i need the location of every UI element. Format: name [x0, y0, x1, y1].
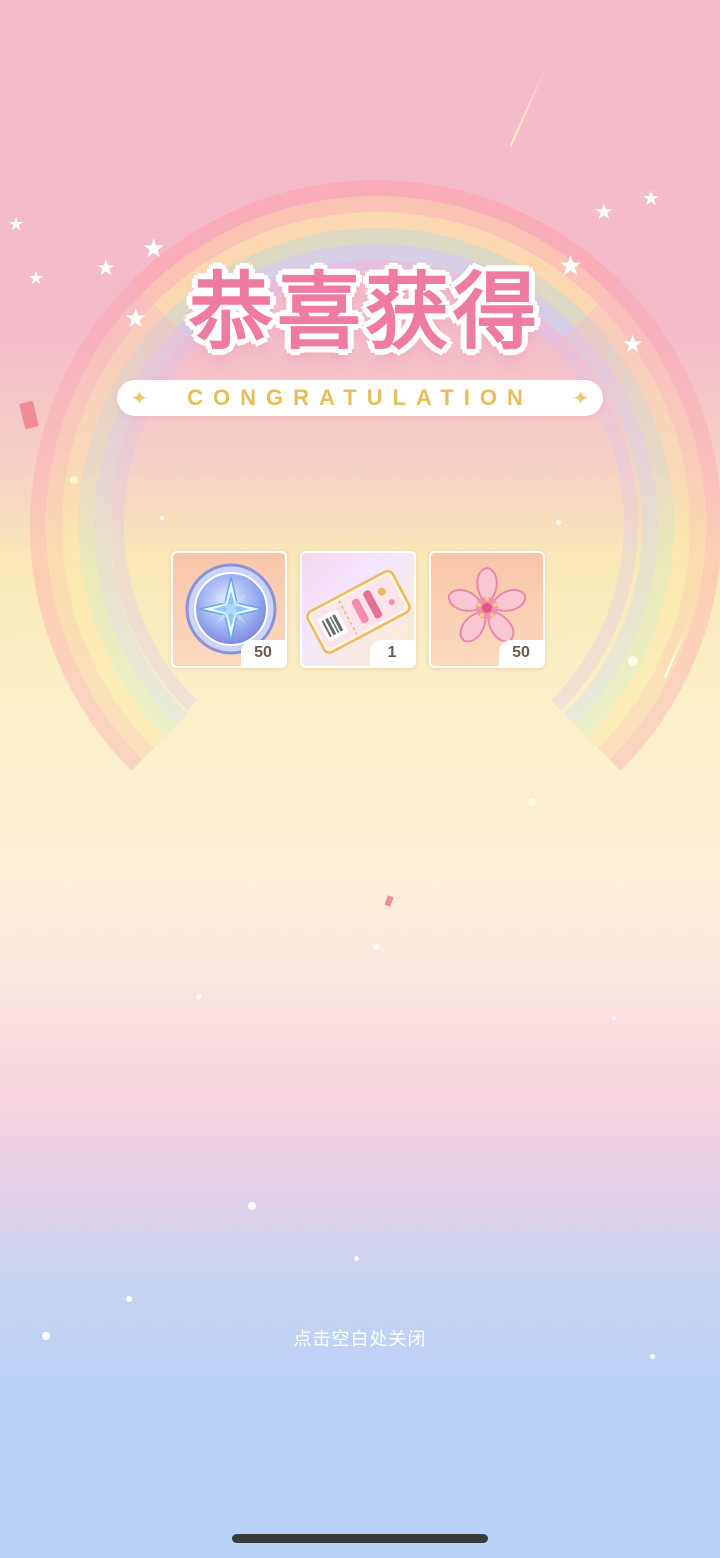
sparkle-icon: ✦ — [131, 386, 148, 410]
home-indicator[interactable] — [232, 1534, 488, 1543]
close-hint[interactable]: 点击空白处关闭 — [0, 1325, 720, 1351]
reward-count: 50 — [241, 640, 285, 666]
reward-count: 1 — [370, 640, 414, 666]
reward-list: 50 1 50 — [171, 551, 553, 670]
page-title: 恭喜获得 — [188, 262, 541, 361]
sparkle-icon: ✦ — [572, 386, 589, 410]
congratulation-banner: ✦ CONGRATULATION ✦ — [117, 380, 603, 416]
reward-card-sakura[interactable]: 50 — [429, 551, 545, 668]
reward-card-star-coin[interactable]: 50 — [171, 551, 287, 668]
title-group: 恭喜获得 — [150, 245, 580, 365]
reward-count: 50 — [499, 640, 543, 666]
reward-card-ticket[interactable]: 1 — [300, 551, 416, 668]
banner-text: CONGRATULATION — [187, 385, 533, 410]
